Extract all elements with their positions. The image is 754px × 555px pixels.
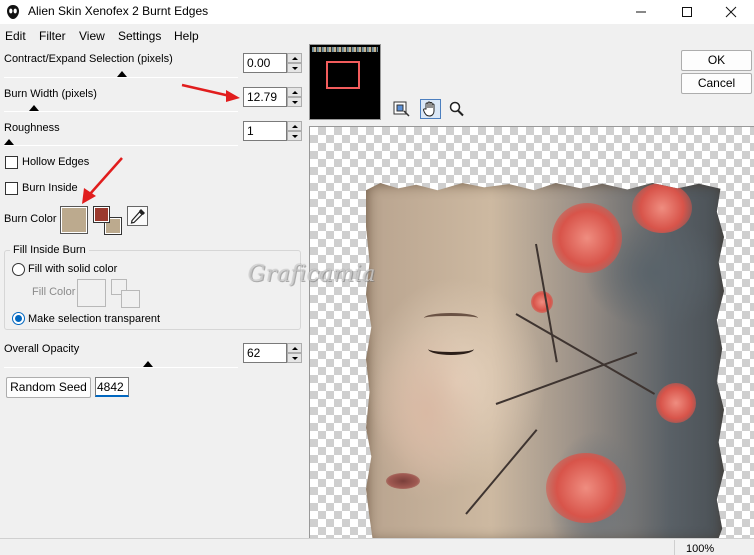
fill-color-label: Fill Color	[32, 286, 76, 298]
fill-background-swatch	[121, 290, 140, 308]
contract-expand-label: Contract/Expand Selection (pixels)	[4, 53, 173, 65]
overall-opacity-field[interactable]: 62	[243, 343, 287, 363]
overall-opacity-slider[interactable]	[4, 367, 238, 368]
burn-width-label: Burn Width (pixels)	[4, 88, 97, 100]
burn-width-slider[interactable]	[4, 111, 238, 112]
burn-color-swatch[interactable]	[60, 206, 88, 234]
menu-filter[interactable]: Filter	[39, 29, 66, 43]
random-seed-field[interactable]: 4842	[95, 377, 129, 397]
menu-view[interactable]: View	[79, 29, 105, 43]
fill-inside-burn-title: Fill Inside Burn	[10, 244, 89, 256]
image-flower	[656, 383, 696, 423]
navigator-icon[interactable]	[391, 99, 412, 119]
roughness-label: Roughness	[4, 122, 60, 134]
roughness-spinner[interactable]	[287, 121, 302, 141]
minimize-icon[interactable]	[618, 0, 664, 24]
close-icon[interactable]	[708, 0, 754, 24]
image-berry	[531, 291, 553, 313]
image-flower	[552, 203, 622, 273]
make-transparent-radio[interactable]	[12, 312, 25, 325]
alien-skin-logo-icon	[7, 5, 19, 19]
make-transparent-label[interactable]: Make selection transparent	[28, 313, 160, 325]
hand-icon[interactable]	[420, 99, 441, 119]
image-flower	[632, 183, 692, 233]
burn-color-label: Burn Color	[4, 213, 57, 225]
menu-help[interactable]: Help	[174, 29, 199, 43]
overall-opacity-label: Overall Opacity	[4, 343, 80, 355]
spin-up-icon[interactable]	[287, 343, 302, 353]
navigator-thumbnail[interactable]	[309, 44, 381, 120]
status-bar: 100%	[0, 538, 754, 555]
thumbnail-strip	[312, 47, 378, 52]
fill-solid-color-radio[interactable]	[12, 263, 25, 276]
zoom-level: 100%	[686, 543, 715, 555]
zoom-icon[interactable]	[446, 99, 467, 119]
image-flower	[546, 453, 626, 523]
overall-opacity-slider-thumb[interactable]	[143, 361, 153, 367]
image-branch	[495, 351, 638, 405]
status-divider	[674, 540, 675, 555]
menu-settings[interactable]: Settings	[118, 29, 161, 43]
image-brow	[424, 313, 478, 323]
menu-edit[interactable]: Edit	[5, 29, 26, 43]
eyedropper-icon[interactable]	[127, 206, 148, 226]
spin-up-icon[interactable]	[287, 53, 302, 63]
spin-down-icon[interactable]	[287, 353, 302, 363]
burn-inside-label[interactable]: Burn Inside	[22, 182, 78, 194]
watermark-text: Graficamia	[248, 262, 376, 287]
preview-canvas[interactable]	[309, 126, 754, 538]
contract-expand-slider[interactable]	[4, 77, 238, 78]
spin-down-icon[interactable]	[287, 131, 302, 141]
title-bar: Alien Skin Xenofex 2 Burnt Edges	[0, 0, 754, 24]
burn-width-slider-thumb[interactable]	[29, 105, 39, 111]
roughness-slider-thumb[interactable]	[4, 139, 14, 145]
hollow-edges-checkbox[interactable]	[5, 156, 18, 169]
image-branch	[465, 429, 538, 515]
roughness-slider[interactable]	[4, 145, 238, 146]
image-lips	[386, 473, 420, 489]
burn-inside-checkbox[interactable]	[5, 182, 18, 195]
contract-expand-spinner[interactable]	[287, 53, 302, 73]
fill-color-swatch	[77, 279, 106, 307]
spin-up-icon[interactable]	[287, 121, 302, 131]
spin-up-icon[interactable]	[287, 87, 302, 97]
burn-width-spinner[interactable]	[287, 87, 302, 107]
ok-button[interactable]: OK	[681, 50, 752, 71]
foreground-color-swatch[interactable]	[93, 206, 110, 223]
burn-width-field[interactable]: 12.79	[243, 87, 287, 107]
overall-opacity-spinner[interactable]	[287, 343, 302, 363]
cancel-button[interactable]: Cancel	[681, 73, 752, 94]
annotation-arrow-icon	[181, 83, 240, 102]
window-title: Alien Skin Xenofex 2 Burnt Edges	[28, 4, 209, 18]
contract-expand-field[interactable]: 0.00	[243, 53, 287, 73]
hollow-edges-label[interactable]: Hollow Edges	[22, 156, 89, 168]
random-seed-button[interactable]: Random Seed	[6, 377, 91, 398]
spin-down-icon[interactable]	[287, 63, 302, 73]
maximize-icon[interactable]	[664, 0, 710, 24]
contract-expand-slider-thumb[interactable]	[117, 71, 127, 77]
preview-image	[366, 183, 724, 538]
fill-solid-color-label[interactable]: Fill with solid color	[28, 263, 117, 275]
menu-bar: Edit Filter View Settings Help	[0, 26, 754, 46]
image-eye	[428, 343, 474, 355]
spin-down-icon[interactable]	[287, 97, 302, 107]
roughness-field[interactable]: 1	[243, 121, 287, 141]
view-rectangle[interactable]	[326, 61, 360, 89]
